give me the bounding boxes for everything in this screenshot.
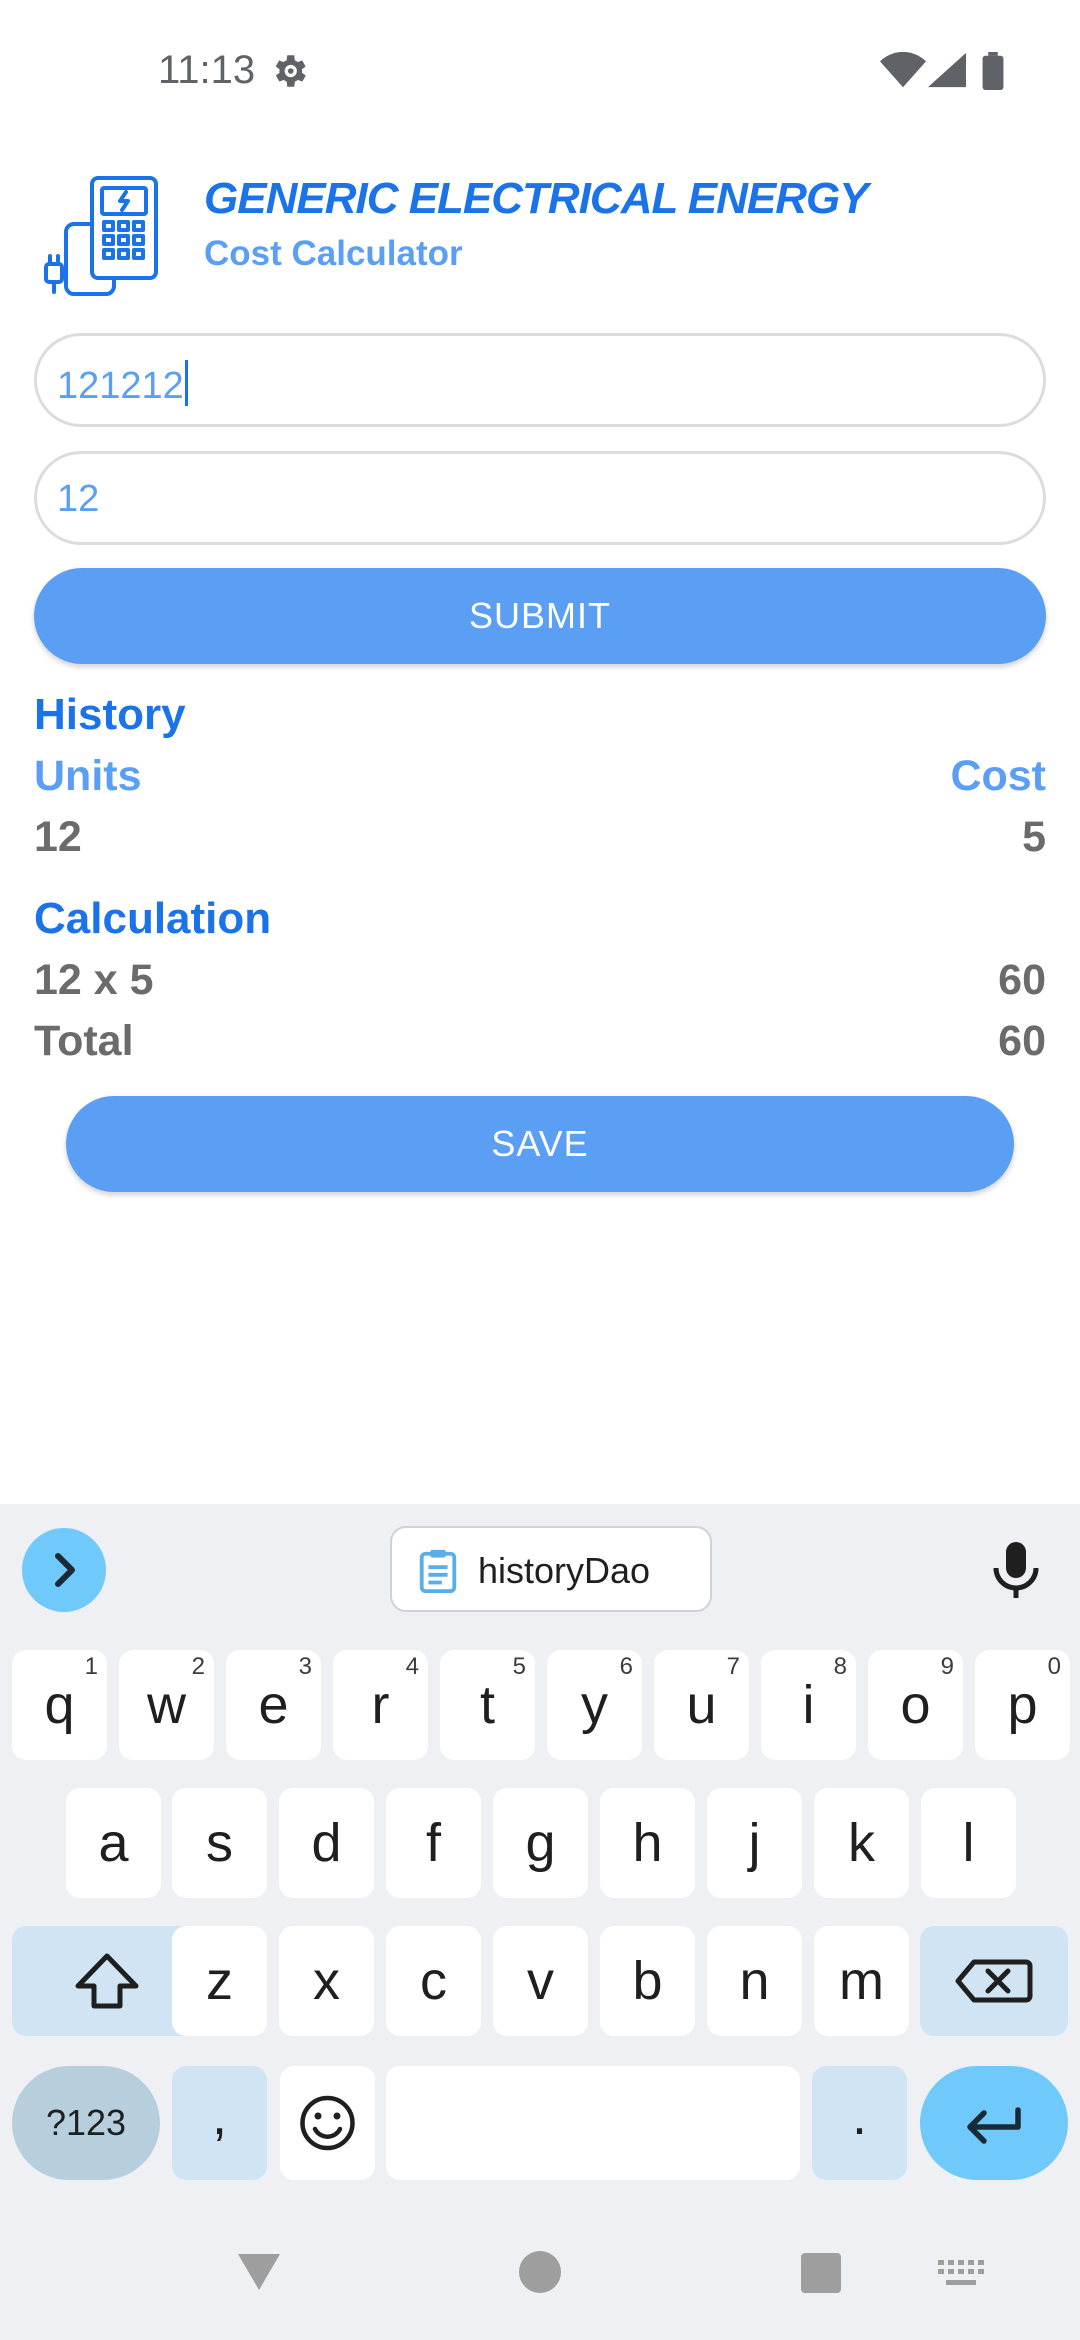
cost-input[interactable]: 12: [34, 451, 1046, 545]
key-t[interactable]: t5: [440, 1650, 535, 1760]
key-n[interactable]: n: [707, 1926, 802, 2036]
key-g[interactable]: g: [493, 1788, 588, 1898]
key-s[interactable]: s: [172, 1788, 267, 1898]
key-c[interactable]: c: [386, 1926, 481, 2036]
screen: 11:13 GENERIC ELECTRICAL ENERGY Cost Cal…: [0, 0, 1080, 2340]
status-bar: 11:13: [0, 0, 1080, 140]
keyboard-expand-button[interactable]: [22, 1528, 106, 1612]
key-o[interactable]: o9: [868, 1650, 963, 1760]
home-icon[interactable]: [518, 2250, 562, 2294]
text-cursor: [184, 360, 188, 406]
key-k[interactable]: k: [814, 1788, 909, 1898]
calculation-result: 60: [998, 956, 1046, 1004]
key-h[interactable]: h: [600, 1788, 695, 1898]
key-d[interactable]: d: [279, 1788, 374, 1898]
key-j[interactable]: j: [707, 1788, 802, 1898]
units-column-header: Units: [34, 752, 142, 800]
key-l[interactable]: l: [921, 1788, 1016, 1898]
enter-key[interactable]: [920, 2066, 1068, 2180]
emoji-icon: [300, 2095, 355, 2151]
chevron-right-icon: [55, 1553, 75, 1587]
calculation-heading: Calculation: [34, 894, 272, 943]
navigation-bar: [0, 2210, 1080, 2340]
recents-icon[interactable]: [800, 2252, 842, 2294]
key-f[interactable]: f: [386, 1788, 481, 1898]
key-e[interactable]: e3: [226, 1650, 321, 1760]
backspace-key[interactable]: [920, 1926, 1068, 2036]
signal-icon: [928, 52, 966, 88]
key-m[interactable]: m: [814, 1926, 909, 2036]
period-key[interactable]: .: [812, 2066, 907, 2180]
key-p[interactable]: p0: [975, 1650, 1070, 1760]
history-cost-value: 5: [1022, 813, 1046, 861]
total-label: Total: [34, 1017, 134, 1065]
space-key[interactable]: [386, 2066, 800, 2180]
wifi-icon: [880, 52, 926, 88]
calculation-expression: 12 x 5: [34, 956, 154, 1004]
key-z[interactable]: z: [172, 1926, 267, 2036]
history-heading: History: [34, 690, 186, 739]
cost-column-header: Cost: [950, 752, 1046, 800]
keyboard-icon[interactable]: [938, 2260, 984, 2288]
calculator-plug-icon: [44, 176, 158, 296]
units-input-value: 121212: [57, 360, 188, 408]
key-q[interactable]: q1: [12, 1650, 107, 1760]
save-button[interactable]: SAVE: [66, 1096, 1014, 1192]
submit-button[interactable]: SUBMIT: [34, 568, 1046, 664]
microphone-icon[interactable]: [990, 1540, 1042, 1600]
key-u[interactable]: u7: [654, 1650, 749, 1760]
enter-icon: [967, 2107, 1021, 2144]
app-title: GENERIC ELECTRICAL ENERGY: [204, 174, 869, 223]
app-subtitle: Cost Calculator: [204, 234, 463, 273]
key-v[interactable]: v: [493, 1926, 588, 2036]
key-a[interactable]: a: [66, 1788, 161, 1898]
key-i[interactable]: i8: [761, 1650, 856, 1760]
key-y[interactable]: y6: [547, 1650, 642, 1760]
key-r[interactable]: r4: [333, 1650, 428, 1760]
cost-input-value: 12: [57, 478, 100, 520]
back-icon[interactable]: [234, 2250, 284, 2294]
key-b[interactable]: b: [600, 1926, 695, 2036]
clipboard-icon: [419, 1549, 457, 1594]
key-w[interactable]: w2: [119, 1650, 214, 1760]
units-input[interactable]: 121212: [34, 333, 1046, 427]
symbols-key[interactable]: ?123: [12, 2066, 160, 2180]
comma-key[interactable]: ,: [172, 2066, 267, 2180]
gear-icon: [275, 55, 306, 87]
battery-icon: [982, 52, 1004, 90]
clipboard-suggestion[interactable]: historyDao: [390, 1526, 712, 1612]
key-x[interactable]: x: [279, 1926, 374, 2036]
history-units-value: 12: [34, 813, 82, 861]
backspace-icon: [955, 1959, 1033, 2003]
total-value: 60: [998, 1017, 1046, 1065]
clipboard-suggestion-text: historyDao: [478, 1550, 651, 1591]
status-time: 11:13: [158, 48, 256, 92]
emoji-key[interactable]: [280, 2066, 375, 2180]
